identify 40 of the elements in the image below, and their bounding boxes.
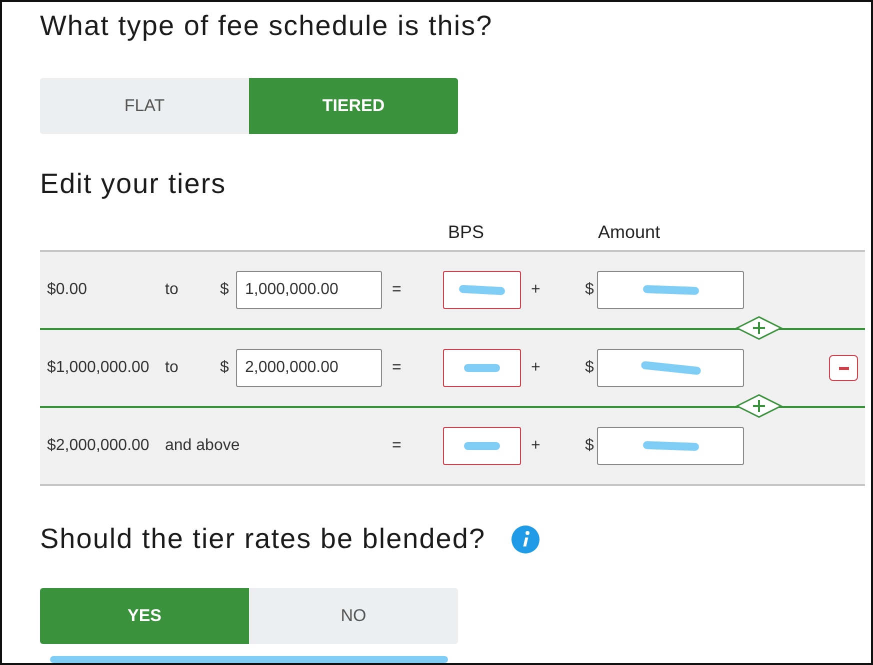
amount-field[interactable] (597, 271, 744, 309)
equals-sign: = (392, 358, 402, 378)
redaction-mark (464, 364, 500, 372)
redaction-mark (464, 442, 500, 450)
toggle-option[interactable]: NO (249, 588, 458, 644)
add-tier-button[interactable] (735, 316, 783, 340)
tier-start: $2,000,000.00 (47, 436, 150, 456)
toggle-option[interactable]: FLAT (40, 78, 249, 134)
currency-symbol: $ (220, 358, 230, 378)
currency-symbol: $ (585, 280, 595, 300)
question-heading: What type of fee schedule is this? (40, 10, 494, 42)
bps-field[interactable] (443, 427, 521, 465)
bps-field[interactable] (443, 349, 521, 387)
tier-start: $1,000,000.00 (47, 358, 150, 378)
minus-icon (838, 366, 848, 370)
section-heading: Edit your tiers (40, 168, 228, 200)
currency-symbol: $ (585, 436, 595, 456)
amount-field[interactable] (597, 427, 744, 465)
plus-sign: + (531, 358, 540, 378)
plus-sign: + (531, 436, 540, 456)
equals-sign: = (392, 436, 402, 456)
plus-sign: + (531, 280, 540, 300)
currency-symbol: $ (220, 280, 230, 300)
add-tier-button[interactable] (735, 394, 783, 418)
column-header: Amount (598, 221, 660, 244)
upper-bound-field[interactable]: 2,000,000.00 (236, 349, 382, 387)
info-icon[interactable] (510, 524, 540, 554)
tier-start: $0.00 (47, 280, 88, 300)
toggle-option[interactable]: YES (40, 588, 249, 644)
tier-connector: and above (165, 436, 241, 456)
question-heading: Should the tier rates be blended? (40, 523, 486, 555)
tier-connector: to (165, 358, 180, 378)
tier-connector: to (165, 280, 180, 300)
column-header: BPS (448, 221, 484, 244)
amount-field[interactable] (597, 349, 744, 387)
equals-sign: = (392, 280, 402, 300)
upper-bound-field[interactable]: 1,000,000.00 (236, 271, 382, 309)
remove-tier-button[interactable] (829, 355, 858, 381)
currency-symbol: $ (585, 358, 595, 378)
toggle-option[interactable]: TIERED (249, 78, 458, 134)
